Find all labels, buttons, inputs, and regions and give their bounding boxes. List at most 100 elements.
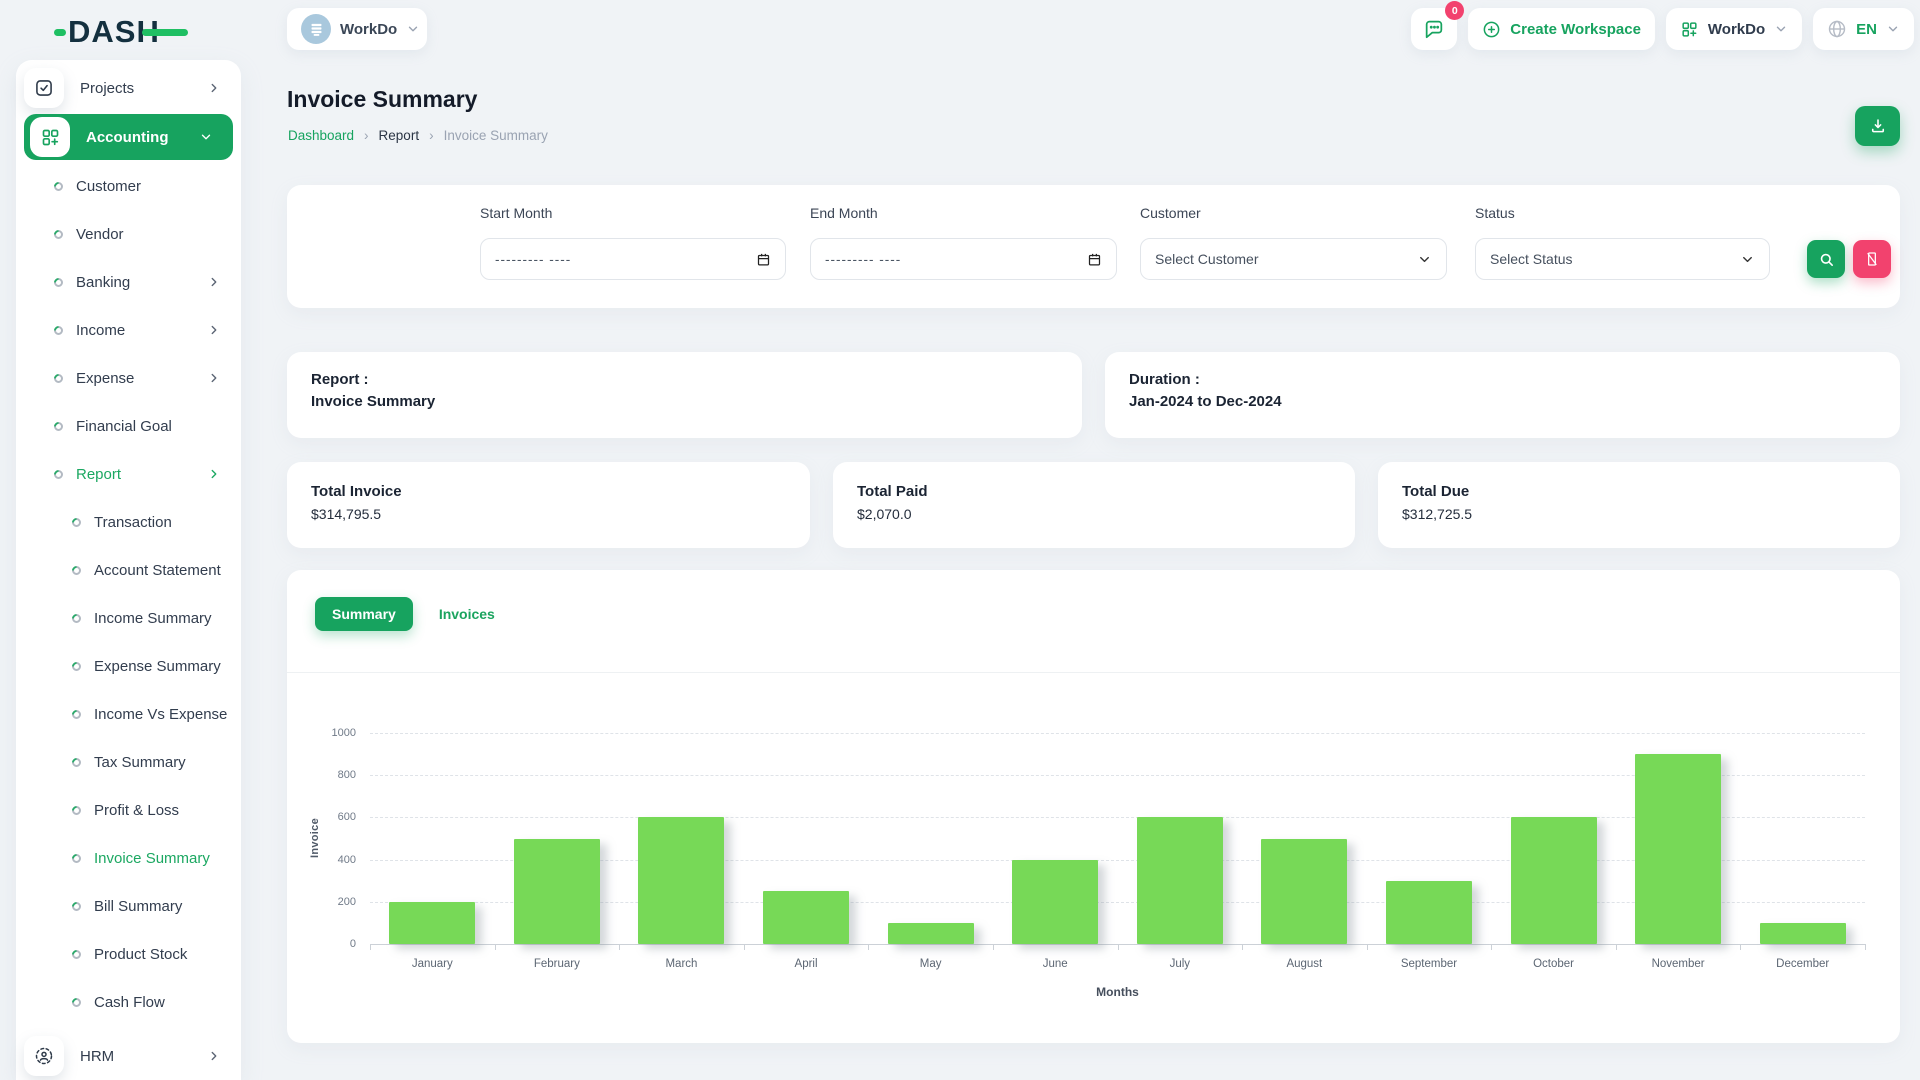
sidebar-item-income-vs-expense[interactable]: Income Vs Expense [16,690,241,738]
sidebar-item-income-summary[interactable]: Income Summary [16,594,241,642]
customer-select[interactable]: Select Customer [1140,238,1447,280]
total-invoice-label: Total Invoice [311,483,786,500]
y-tick-label: 400 [338,854,356,866]
breadcrumb-report[interactable]: Report [379,128,420,143]
sidebar-item-projects[interactable]: Projects [16,64,241,112]
x-tick-label: February [495,958,620,970]
sidebar-item-label: Transaction [94,514,172,531]
chat-icon [1423,18,1445,40]
total-invoice-value: $314,795.5 [311,506,786,522]
chevron-right-icon [207,467,221,481]
sidebar-item-label: Accounting [86,129,169,146]
bullet-icon [52,420,65,433]
breadcrumb: Dashboard › Report › Invoice Summary [288,128,548,143]
x-axis-tick [1616,944,1617,950]
bar-september [1386,881,1472,944]
language-menu[interactable]: EN [1813,8,1914,50]
messages-button[interactable]: 0 [1411,8,1457,50]
sidebar-item-income[interactable]: Income [16,306,241,354]
sidebar-item-label: Report [76,466,121,483]
sidebar-item-financial-goal[interactable]: Financial Goal [16,402,241,450]
x-axis-tick [1118,944,1119,950]
calendar-icon[interactable] [1087,252,1102,267]
sidebar-item-invoice-summary[interactable]: Invoice Summary [16,834,241,882]
duration-value: Jan-2024 to Dec-2024 [1129,391,1876,413]
chevron-right-icon [207,323,221,337]
y-tick-label: 1000 [332,727,356,739]
status-select-value: Select Status [1490,251,1573,267]
bar-august [1261,839,1347,945]
x-axis-tick [1242,944,1243,950]
invoice-bar-chart: 02004006008001000JanuaryFebruaryMarchApr… [370,733,1865,944]
sidebar-item-label: HRM [80,1048,114,1065]
chevron-right-icon [207,1049,221,1063]
sidebar-item-bill-summary[interactable]: Bill Summary [16,882,241,930]
y-tick-label: 0 [350,938,356,950]
sidebar-item-accounting[interactable]: Accounting [24,114,233,160]
duration-label: Duration : [1129,369,1876,391]
x-tick-label: December [1740,958,1865,970]
grid-plus-icon [1680,20,1699,39]
bullet-icon [52,228,65,241]
start-month-placeholder: --------- ---- [495,252,571,267]
sidebar-item-profit-loss[interactable]: Profit & Loss [16,786,241,834]
calendar-icon[interactable] [756,252,771,267]
x-axis-tick [370,944,371,950]
apply-filter-button[interactable] [1807,240,1845,278]
x-axis-tick [993,944,994,950]
x-axis-tick [1865,944,1866,950]
breadcrumb-dashboard[interactable]: Dashboard [288,128,354,143]
clear-filter-icon [1864,251,1880,267]
sidebar-item-vendor[interactable]: Vendor [16,210,241,258]
download-button[interactable] [1855,106,1900,146]
globe-icon [1827,19,1847,39]
breadcrumb-separator: › [364,128,369,143]
report-label: Report : [311,369,1058,391]
messages-badge: 0 [1445,1,1464,20]
chart-card: Summary Invoices Invoice 020040060080010… [287,570,1900,1043]
sidebar-item-expense-summary[interactable]: Expense Summary [16,642,241,690]
sidebar-item-product-stock[interactable]: Product Stock [16,930,241,978]
gridline [370,733,1865,734]
plus-circle-icon [1482,20,1501,39]
bullet-icon [70,564,83,577]
bar-may [888,923,974,944]
breadcrumb-current: Invoice Summary [444,128,548,143]
end-month-label: End Month [810,205,878,221]
workspace-menu[interactable]: WorkDo [1666,8,1802,50]
sidebar-item-transaction[interactable]: Transaction [16,498,241,546]
sidebar-item-tax-summary[interactable]: Tax Summary [16,738,241,786]
total-due-card: Total Due $312,725.5 [1378,462,1900,548]
grid-plus-icon [30,117,70,157]
x-tick-label: January [370,958,495,970]
sidebar-item-label: Expense [76,370,134,387]
create-workspace-button[interactable]: Create Workspace [1468,8,1655,50]
x-axis-tick [868,944,869,950]
status-select[interactable]: Select Status [1475,238,1770,280]
bullet-icon [52,180,65,193]
end-month-input[interactable]: --------- ---- [810,238,1117,280]
sidebar-item-hrm[interactable]: HRM [16,1032,241,1080]
sidebar-item-expense[interactable]: Expense [16,354,241,402]
sidebar-item-cash-flow[interactable]: Cash Flow [16,978,241,1026]
x-tick-label: July [1118,958,1243,970]
sidebar-item-report[interactable]: Report [16,450,241,498]
x-axis-title: Months [370,985,1865,999]
logo-accent-left [54,29,66,36]
sidebar-item-customer[interactable]: Customer [16,162,241,210]
chevron-right-icon [207,371,221,385]
sidebar-item-account-statement[interactable]: Account Statement [16,546,241,594]
start-month-input[interactable]: --------- ---- [480,238,786,280]
bullet-icon [70,708,83,721]
workspace-switcher[interactable]: WorkDo [287,8,427,50]
app-logo[interactable]: DASH [68,14,160,50]
tab-summary[interactable]: Summary [315,597,413,631]
sidebar-item-banking[interactable]: Banking [16,258,241,306]
x-axis-tick [1491,944,1492,950]
x-tick-label: September [1367,958,1492,970]
report-info-card: Report : Invoice Summary [287,352,1082,438]
bar-february [514,839,600,945]
x-tick-label: August [1242,958,1367,970]
reset-filter-button[interactable] [1853,240,1891,278]
tab-invoices[interactable]: Invoices [439,606,495,622]
